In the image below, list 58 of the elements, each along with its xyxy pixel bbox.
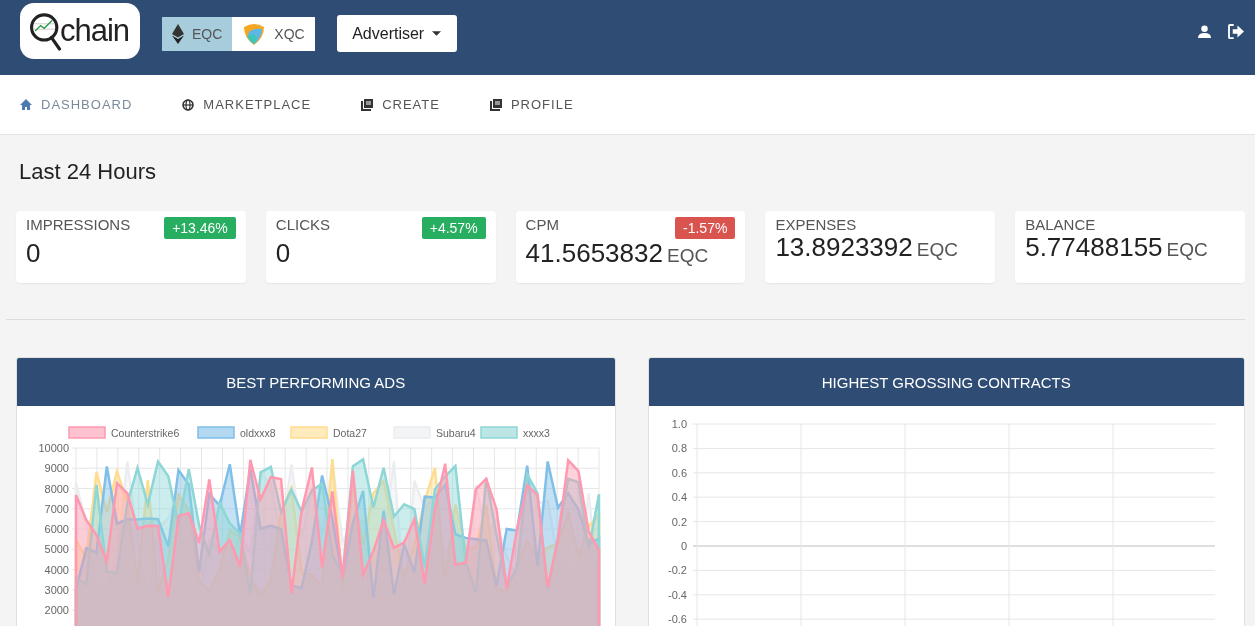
globe-icon	[182, 98, 195, 111]
legend-label: Dota27	[333, 427, 367, 439]
caret-icon	[432, 31, 442, 36]
panel-header: BEST PERFORMING ADS	[17, 358, 615, 406]
change-badge: +13.46%	[164, 217, 236, 239]
stat-value: 5.77488155	[1025, 232, 1163, 263]
currency-toggle[interactable]: EQC	[162, 16, 233, 51]
nav-tab[interactable]: DASHBOARD	[20, 97, 133, 112]
stat-value: 13.8923392	[775, 232, 913, 263]
home-icon	[20, 99, 32, 110]
axis-label: -0.4	[667, 588, 687, 601]
axis-label: 0.2	[671, 515, 687, 528]
stat-label: BALANCE	[1025, 216, 1096, 233]
axis-label: 10000	[38, 442, 69, 454]
axis-label: 0.4	[671, 491, 687, 504]
role-dropdown[interactable]: Advertiser	[336, 15, 457, 52]
unit-label: EQC	[1166, 239, 1208, 261]
axis-label: -0.6	[667, 613, 687, 626]
panel-header: HIGHEST GROSSING CONTRACTS	[648, 358, 1244, 406]
nav-tab[interactable]: CREATE	[361, 97, 440, 112]
legend-label: xxxx3	[523, 427, 550, 439]
change-badge: +4.57%	[421, 217, 486, 239]
unit-label: EQC	[666, 245, 709, 267]
legend-label: Subaru4	[436, 427, 476, 439]
nav-tab[interactable]: PROFILE	[489, 97, 574, 112]
stat-label: CLICKS	[275, 216, 330, 233]
section-title: Last 24 Hours	[18, 158, 157, 186]
change-badge: -1.57%	[675, 217, 736, 239]
axis-label: -0.2	[667, 564, 687, 577]
axis-label: 9000	[44, 462, 69, 475]
unit-label: EQC	[916, 239, 958, 261]
legend-label: oldxxx8	[240, 427, 276, 439]
axis-label: 0	[680, 540, 687, 552]
book-icon	[361, 98, 374, 111]
user-icon[interactable]	[1198, 25, 1211, 38]
axis-label: 4000	[44, 563, 69, 576]
axis-label: 7000	[44, 502, 69, 515]
sign-out-icon[interactable]	[1228, 24, 1245, 39]
diamond-icon	[172, 23, 184, 44]
axis-label: 6000	[44, 523, 69, 535]
stat-value: 0	[275, 238, 291, 269]
axis-label: 8000	[44, 482, 69, 495]
axis-label: 5000	[44, 543, 69, 556]
axis-label: 3000	[44, 583, 69, 596]
stat-label: EXPENSES	[775, 216, 857, 233]
stat-value: 41.5653832	[525, 238, 663, 269]
axis-label: 0.8	[671, 442, 687, 455]
axis-label: 0.6	[671, 466, 687, 479]
axis-label: 2000	[44, 604, 69, 616]
logo[interactable]: chain	[20, 3, 140, 59]
axis-label: 1.0	[671, 418, 687, 430]
nav-tab[interactable]: MARKETPLACE	[182, 97, 312, 112]
stat-label: IMPRESSIONS	[26, 216, 131, 233]
book-icon	[489, 98, 502, 111]
legend-label: Counterstrike6	[111, 427, 180, 439]
shield-icon	[242, 21, 267, 46]
stat-value: 0	[26, 238, 41, 269]
stat-label: CPM	[525, 216, 559, 233]
